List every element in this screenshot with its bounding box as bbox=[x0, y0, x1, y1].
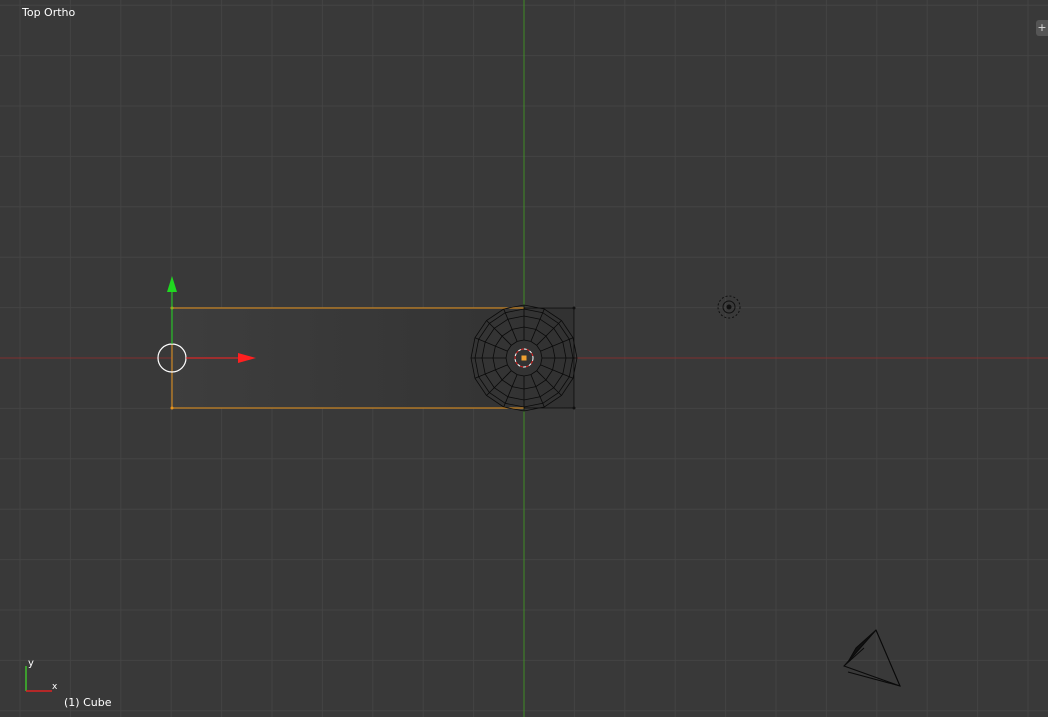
manipulator-y-arrow bbox=[167, 276, 177, 292]
plus-icon[interactable]: + bbox=[1036, 20, 1048, 36]
viewport-scene[interactable]: y x bbox=[0, 0, 1048, 717]
active-object-info: (1) Cube bbox=[64, 696, 112, 709]
lamp-object[interactable] bbox=[717, 295, 741, 319]
camera-object[interactable] bbox=[843, 629, 901, 687]
3d-viewport[interactable]: y x Top Ortho (1) Cube + bbox=[0, 0, 1048, 717]
axis-widget-x-label: x bbox=[52, 682, 58, 692]
axis-widget-y-label: y bbox=[28, 658, 34, 669]
view-title: Top Ortho bbox=[22, 6, 76, 19]
axis-orientation-widget: y x bbox=[25, 658, 58, 692]
